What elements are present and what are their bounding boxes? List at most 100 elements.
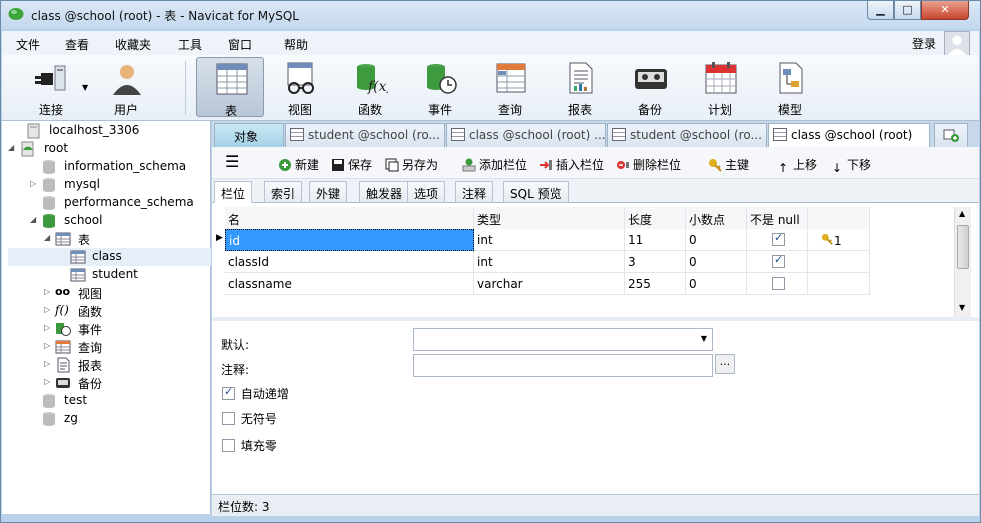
cell-field-length[interactable]: 11 (625, 229, 686, 251)
hamburger-menu-icon[interactable]: ☰ (225, 152, 239, 171)
tree-item-functions[interactable]: ▷ f() 函数 (8, 302, 208, 320)
tree-item-table[interactable]: class (8, 248, 211, 266)
not-null-checkbox[interactable] (772, 231, 785, 246)
table-row[interactable]: classId int 3 0 (225, 251, 870, 273)
collapsed-arrow-icon[interactable]: ▷ (30, 179, 40, 188)
tree-item-root[interactable]: ◢ root (8, 140, 208, 158)
toolbar-backup-button[interactable]: 备份 (616, 57, 684, 117)
tree-item-events[interactable]: ▷ 事件 (8, 320, 208, 338)
toolbar-function-button[interactable]: f(x) 函数 (336, 57, 404, 117)
auto-increment-option[interactable]: 自动递增 (222, 385, 289, 402)
grid-scrollbar[interactable]: ▲ ▼ (954, 207, 971, 317)
delete-field-button[interactable]: 删除栏位 (616, 156, 681, 173)
toolbar-table-button[interactable]: 表 (196, 57, 264, 118)
tree-item-connection[interactable]: localhost_3306 (8, 122, 208, 140)
cell-field-type[interactable]: varchar (474, 273, 625, 295)
tab-indexes[interactable]: 索引 (264, 181, 303, 203)
not-null-checkbox[interactable] (772, 253, 785, 268)
tab-document-active[interactable]: class @school (root) (768, 123, 930, 147)
tree-item-database[interactable]: ◢ school (8, 212, 208, 230)
toolbar-view-button[interactable]: 视图 (266, 57, 334, 117)
cell-field-length[interactable]: 3 (625, 251, 686, 273)
tab-fields[interactable]: 栏位 (214, 181, 253, 203)
tree-item-queries[interactable]: ▷ 查询 (8, 338, 208, 356)
toolbar-connect-button[interactable]: 连接 (17, 57, 85, 117)
toolbar-schedule-button[interactable]: 计划 (686, 57, 754, 117)
save-button[interactable]: 保存 (331, 156, 372, 173)
not-null-checkbox[interactable] (772, 277, 785, 290)
scroll-up-icon[interactable]: ▲ (959, 209, 965, 218)
tree-item-views[interactable]: ▷ oo 视图 (8, 284, 208, 302)
table-row[interactable]: classname varchar 255 0 (225, 273, 870, 295)
header-decimals[interactable]: 小数点 (686, 207, 747, 229)
close-button[interactable]: ✕ (921, 1, 969, 20)
unsigned-checkbox[interactable] (222, 412, 235, 425)
collapsed-arrow-icon[interactable]: ▷ (44, 287, 54, 296)
cell-field-decimals[interactable]: 0 (686, 273, 747, 295)
toolbar-query-button[interactable]: 查询 (476, 57, 544, 117)
toolbar-event-button[interactable]: 事件 (406, 57, 474, 117)
tree-item-database[interactable]: information_schema (8, 158, 208, 176)
tree-item-table[interactable]: student (8, 266, 208, 284)
collapsed-arrow-icon[interactable]: ▷ (44, 359, 54, 368)
expanded-arrow-icon[interactable]: ◢ (8, 143, 18, 152)
cell-field-length[interactable]: 255 (625, 273, 686, 295)
toolbar-user-button[interactable]: 用户 (92, 57, 160, 117)
cell-field-type[interactable]: int (474, 251, 625, 273)
comment-field[interactable] (413, 354, 713, 377)
move-up-button[interactable]: ↑ 上移 (776, 156, 817, 175)
header-name[interactable]: 名 (225, 207, 474, 229)
unsigned-option[interactable]: 无符号 (222, 410, 277, 427)
collapsed-arrow-icon[interactable]: ▷ (44, 305, 54, 314)
browse-button[interactable]: ... (715, 354, 735, 374)
expanded-arrow-icon[interactable]: ◢ (30, 215, 40, 224)
primary-key-button[interactable]: 主键 (708, 156, 749, 173)
new-tab-button[interactable] (934, 123, 968, 147)
move-down-button[interactable]: ↓ 下移 (830, 156, 871, 175)
table-row[interactable]: ▶ id int 11 0 1 (216, 229, 870, 251)
add-field-button[interactable]: 添加栏位 (462, 156, 527, 173)
scroll-down-icon[interactable]: ▼ (959, 303, 965, 312)
toolbar-report-button[interactable]: 报表 (546, 57, 614, 117)
panel-splitter[interactable] (212, 317, 979, 321)
tree-item-tables[interactable]: ◢ 表 (8, 230, 208, 248)
menu-favorites[interactable]: 收藏夹 (115, 36, 151, 53)
tree-item-database[interactable]: zg (8, 410, 208, 428)
menu-tools[interactable]: 工具 (178, 36, 202, 53)
cell-field-name[interactable]: id (225, 229, 474, 251)
avatar[interactable] (944, 31, 970, 57)
header-type[interactable]: 类型 (474, 207, 625, 229)
cell-field-name[interactable]: classname (225, 273, 474, 295)
menu-window[interactable]: 窗口 (228, 36, 252, 53)
login-link[interactable]: 登录 (912, 35, 936, 52)
insert-field-button[interactable]: 插入栏位 (539, 156, 604, 173)
header-length[interactable]: 长度 (625, 207, 686, 229)
menu-help[interactable]: 帮助 (284, 36, 308, 53)
cell-not-null[interactable] (747, 251, 808, 273)
tree-item-backups[interactable]: ▷ 备份 (8, 374, 208, 392)
tab-foreign-keys[interactable]: 外键 (309, 181, 348, 203)
new-button[interactable]: 新建 (278, 156, 319, 173)
cell-field-type[interactable]: int (474, 229, 625, 251)
tab-triggers[interactable]: 触发器 (359, 181, 410, 203)
tab-document[interactable]: student @school (ro... (285, 123, 445, 147)
auto-increment-checkbox[interactable] (222, 385, 235, 400)
tree-item-database[interactable]: ▷ mysql (8, 176, 208, 194)
collapsed-arrow-icon[interactable]: ▷ (44, 377, 54, 386)
maximize-button[interactable]: □ (894, 1, 921, 20)
tab-document[interactable]: class @school (root) ... (446, 123, 606, 147)
expanded-arrow-icon[interactable]: ◢ (44, 233, 54, 242)
menu-view[interactable]: 查看 (65, 36, 89, 53)
zerofill-option[interactable]: 填充零 (222, 437, 277, 454)
scrollbar-thumb[interactable] (957, 225, 969, 269)
minimize-button[interactable]: ▁ (867, 1, 894, 20)
cell-field-decimals[interactable]: 0 (686, 229, 747, 251)
save-as-button[interactable]: 另存为 (385, 156, 438, 173)
tab-objects[interactable]: 对象 (214, 123, 284, 147)
collapsed-arrow-icon[interactable]: ▷ (44, 323, 54, 332)
tree-item-database[interactable]: test (8, 392, 208, 410)
tab-sql-preview[interactable]: SQL 预览 (503, 181, 569, 203)
connect-dropdown-icon[interactable]: ▼ (82, 83, 88, 92)
header-not-null[interactable]: 不是 null (747, 207, 808, 229)
cell-field-decimals[interactable]: 0 (686, 251, 747, 273)
